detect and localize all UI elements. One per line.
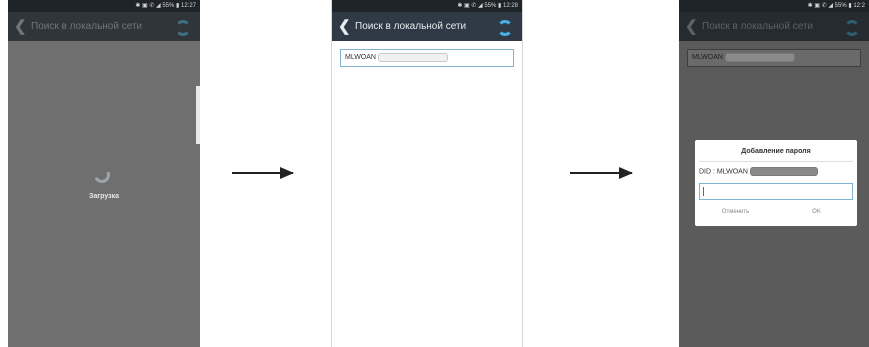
phone-screen-device-list: ✱ ▣ ✆ ◢ 55% ▮ 12:28 ❮ Поиск в локальной … (331, 0, 523, 347)
refresh-icon[interactable] (175, 20, 191, 36)
phone-screen-password-dialog: ✱ ▣ ✆ ◢ 55% ▮ 12:2 ❮ Поиск в локальной с… (679, 0, 869, 347)
screen-title: Поиск в локальной сети (31, 21, 143, 32)
device-id-label: MLWOAN (692, 54, 723, 61)
dimmed-content: Загрузка (8, 41, 200, 347)
masked-device-id (724, 52, 795, 62)
refresh-icon[interactable] (844, 20, 860, 36)
status-bar: ✱ ▣ ✆ ◢ 55% ▮ 12:27 (8, 0, 200, 12)
add-password-dialog: Добавление пароля DID : MLWOAN Отменить … (695, 140, 857, 226)
masked-device-id (377, 52, 448, 62)
screen-title: Поиск в локальной сети (355, 21, 467, 32)
back-arrow-icon[interactable]: ❮ (14, 19, 27, 34)
back-arrow-icon[interactable]: ❮ (338, 19, 351, 34)
loading-spinner-icon (91, 164, 113, 186)
dialog-did-row: DID : MLWOAN (699, 167, 818, 176)
masked-device-id (749, 167, 818, 176)
flow-arrow-icon (570, 167, 633, 179)
dialog-divider (699, 161, 853, 162)
device-id-label: MLWOAN (345, 54, 376, 61)
did-label: DID : MLWOAN (699, 168, 748, 176)
dimmed-content: MLWOAN Добавление пароля DID : MLWOAN От… (679, 41, 869, 347)
dialog-title: Добавление пароля (741, 148, 811, 155)
device-list: MLWOAN (332, 41, 522, 347)
ok-button[interactable]: OK (776, 209, 857, 215)
scroll-indicator (196, 86, 200, 144)
text-caret (703, 187, 704, 196)
phone-screen-loading: ✱ ▣ ✆ ◢ 55% ▮ 12:27 ❮ Поиск в локальной … (8, 0, 200, 347)
device-list-item[interactable]: MLWOAN (340, 49, 514, 67)
app-bar: ❮ Поиск в локальной сети (332, 12, 522, 41)
screen-title: Поиск в локальной сети (702, 21, 814, 32)
cancel-button[interactable]: Отменить (695, 209, 776, 215)
back-arrow-icon[interactable]: ❮ (685, 19, 698, 34)
status-bar: ✱ ▣ ✆ ◢ 55% ▮ 12:28 (332, 0, 522, 12)
password-input[interactable] (699, 183, 853, 200)
flow-arrow-icon (232, 167, 294, 179)
loading-label: Загрузка (88, 193, 120, 200)
device-list-item: MLWOAN (687, 49, 861, 67)
refresh-icon[interactable] (497, 20, 513, 36)
status-bar: ✱ ▣ ✆ ◢ 55% ▮ 12:2 (679, 0, 869, 12)
app-bar: ❮ Поиск в локальной сети (8, 12, 200, 41)
app-bar: ❮ Поиск в локальной сети (679, 12, 869, 41)
